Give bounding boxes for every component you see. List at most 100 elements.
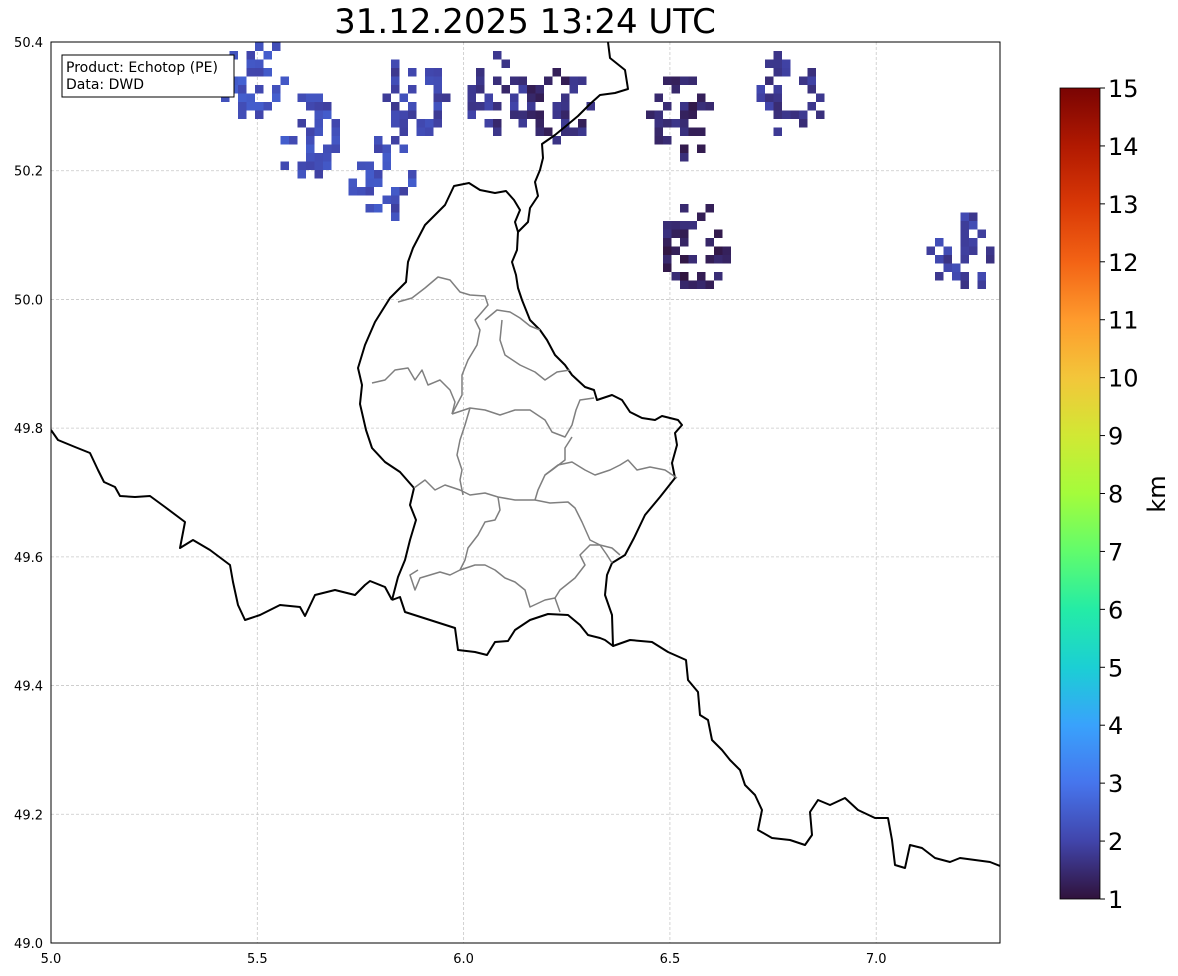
echo-pixel: [680, 153, 689, 162]
echo-pixel: [680, 204, 689, 213]
echo-pixel: [773, 93, 782, 102]
echo-pixel: [357, 187, 366, 196]
echo-pixel: [297, 170, 306, 179]
echo-pixel: [246, 59, 255, 68]
echo-pixel: [382, 144, 391, 153]
echo-pixel: [535, 93, 544, 102]
echo-pixel: [467, 110, 476, 119]
echo-pixel: [688, 255, 697, 264]
x-tick-label: 6.0: [453, 952, 474, 967]
echo-pixel: [323, 153, 332, 162]
echo-pixel: [391, 102, 400, 111]
echo-pixel: [671, 76, 680, 85]
colorbar-tick-label: 4: [1108, 712, 1123, 740]
echo-pixel: [790, 110, 799, 119]
echo-pixel: [382, 153, 391, 162]
echo-pixel: [374, 144, 383, 153]
echo-pixel: [816, 110, 825, 119]
colorbar-tick-label: 13: [1108, 191, 1139, 219]
echo-pixel: [697, 212, 706, 221]
echo-pixel: [408, 68, 417, 77]
colorbar-gradient: [1059, 87, 1101, 900]
echo-pixel: [773, 110, 782, 119]
y-tick-label: 50.0: [14, 293, 43, 308]
echo-pixel: [467, 85, 476, 94]
echo-pixel: [561, 93, 570, 102]
echo-pixel: [399, 119, 408, 128]
y-tick-label: 49.0: [14, 937, 43, 952]
echo-pixel: [416, 127, 425, 136]
colorbar-tick-label: 9: [1108, 423, 1123, 451]
echo-pixel: [943, 246, 952, 255]
echo-pixel: [323, 144, 332, 153]
echo-pixel: [297, 119, 306, 128]
echo-pixel: [807, 85, 816, 94]
echo-pixel: [399, 93, 408, 102]
echo-pixel: [680, 144, 689, 153]
echo-pixel: [765, 102, 774, 111]
y-tick-label: 49.4: [14, 680, 43, 695]
echo-pixel: [654, 136, 663, 145]
echo-pixel: [688, 280, 697, 289]
echo-pixel: [365, 204, 374, 213]
echo-pixel: [357, 161, 366, 170]
colorbar-tick-label: 3: [1108, 770, 1123, 798]
radar-figure: 31.12.2025 13:24 UTC 5.0 5.5 6.0 6.5 7.0…: [14, 2, 1171, 967]
echo-pixel: [986, 246, 995, 255]
echo-pixel: [391, 59, 400, 68]
echo-pixel: [493, 102, 502, 111]
echo-pixel: [935, 238, 944, 247]
echo-pixel: [399, 187, 408, 196]
echo-pixel: [348, 178, 357, 187]
echo-pixel: [391, 204, 400, 213]
echo-pixel: [756, 93, 765, 102]
echo-pixel: [680, 221, 689, 230]
echo-pixel: [238, 110, 247, 119]
echo-pixel: [510, 93, 519, 102]
echo-pixel: [246, 102, 255, 111]
echo-pixel: [314, 161, 323, 170]
echo-pixel: [722, 255, 731, 264]
echo-pixel: [960, 246, 969, 255]
echo-pixel: [408, 178, 417, 187]
echo-pixel: [314, 127, 323, 136]
echo-pixel: [280, 76, 289, 85]
echo-pixel: [705, 102, 714, 111]
echo-pixel: [433, 110, 442, 119]
echo-pixel: [680, 272, 689, 281]
echo-pixel: [671, 246, 680, 255]
echo-pixel: [705, 238, 714, 247]
echo-pixel: [926, 246, 935, 255]
colorbar-label: km: [1143, 475, 1171, 512]
echo-pixel: [365, 187, 374, 196]
echo-pixel: [544, 76, 553, 85]
echo-pixel: [714, 246, 723, 255]
echo-pixel: [527, 110, 536, 119]
echo-pixel: [467, 93, 476, 102]
echo-pixel: [697, 102, 706, 111]
echo-pixel: [960, 255, 969, 264]
echo-pixel: [663, 136, 672, 145]
echo-pixel: [773, 68, 782, 77]
echo-pixel: [765, 93, 774, 102]
colorbar-tick-label: 11: [1108, 307, 1139, 335]
colorbar-tick-label: 12: [1108, 249, 1139, 277]
echo-pixel: [331, 127, 340, 136]
echo-pixel: [246, 68, 255, 77]
echo-pixel: [680, 76, 689, 85]
echo-pixel: [705, 280, 714, 289]
echo-pixel: [306, 102, 315, 111]
echo-pixel: [782, 59, 791, 68]
echo-pixel: [782, 110, 791, 119]
map-title: 31.12.2025 13:24 UTC: [334, 2, 716, 42]
echo-pixel: [663, 76, 672, 85]
x-tick-label: 5.5: [247, 952, 268, 967]
echo-pixel: [714, 255, 723, 264]
echo-pixel: [986, 255, 995, 264]
echo-pixel: [255, 68, 264, 77]
echo-pixel: [697, 127, 706, 136]
echo-pixel: [365, 178, 374, 187]
echo-pixel: [306, 93, 315, 102]
echo-pixel: [476, 102, 485, 111]
echo-pixel: [348, 187, 357, 196]
